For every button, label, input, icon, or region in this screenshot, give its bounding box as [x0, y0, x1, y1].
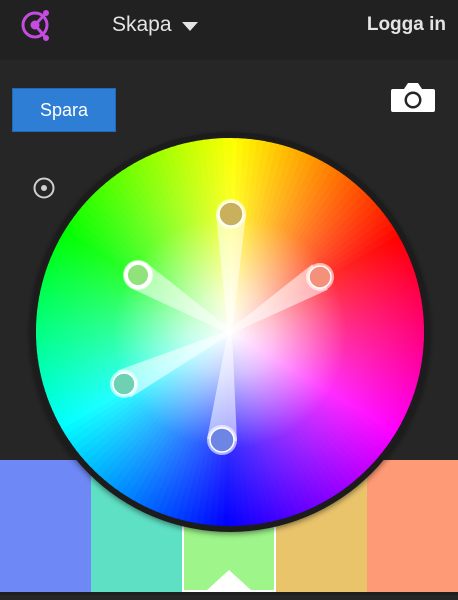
color-wheel[interactable] — [0, 0, 458, 595]
wheel-handle-5[interactable] — [209, 427, 235, 453]
wheel-handle-2[interactable] — [308, 265, 332, 289]
wheel-handle-1[interactable] — [218, 201, 244, 227]
wheel-handle-4[interactable] — [112, 372, 136, 396]
wheel-layer — [0, 0, 458, 595]
wheel-handle-3[interactable] — [124, 261, 152, 289]
